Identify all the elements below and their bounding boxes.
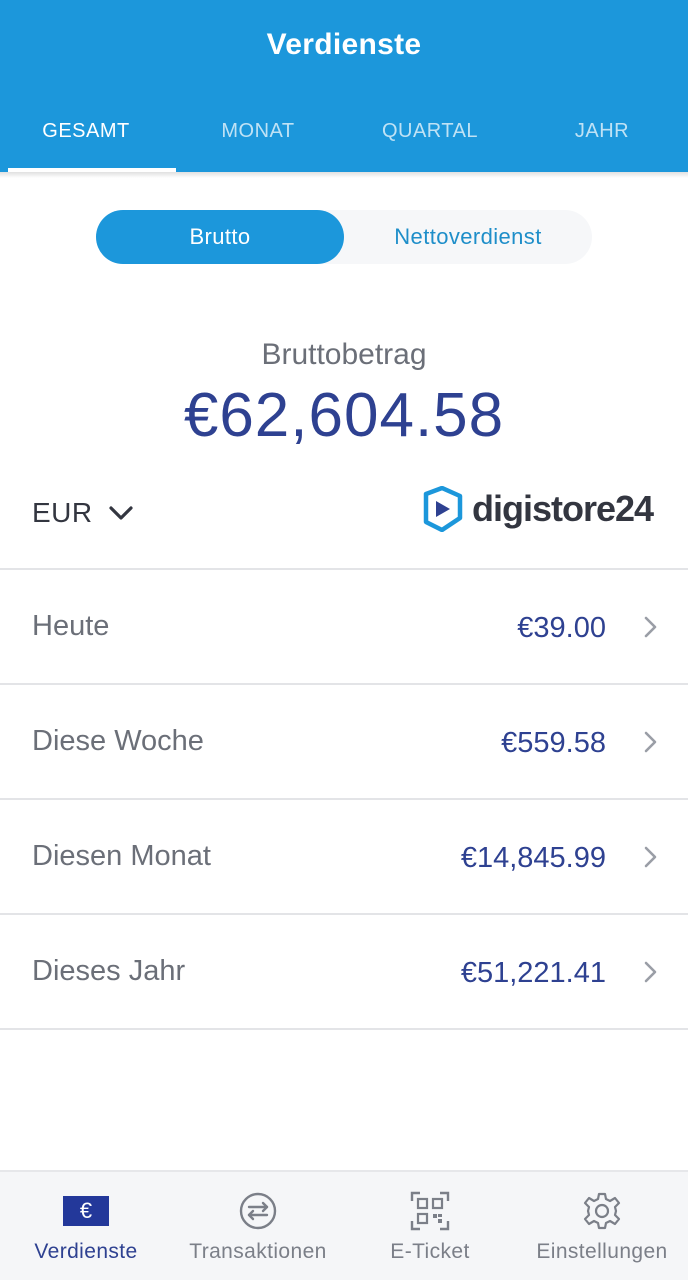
currency-selector[interactable]: EUR [32,492,135,534]
nav-einstellungen[interactable]: Einstellungen [516,1172,688,1280]
euro-icon: € [63,1190,109,1232]
nav-transaktionen[interactable]: Transaktionen [172,1172,344,1280]
nav-label: Einstellungen [536,1240,668,1263]
qr-code-icon-svg [410,1191,450,1231]
brutto-button[interactable]: Brutto [96,210,344,264]
header-shadow [0,172,688,178]
tab-gesamt[interactable]: GESAMT [0,106,176,172]
list-item-value: €14,845.99 [460,842,606,874]
tab-label: JAHR [574,120,630,142]
tab-label: GESAMT [42,120,130,142]
chevron-right-icon [644,846,657,868]
currency-label: EUR [32,497,93,528]
divider [0,1028,688,1030]
tab-label: QUARTAL [381,120,479,142]
digistore24-logo: digistore24 [420,486,654,532]
chevron-right-icon [644,961,657,983]
list-item-dieses-jahr[interactable]: Dieses Jahr €51,221.41 [0,915,688,1028]
total-amount: €62,604.58 [183,381,505,450]
nav-label: Transaktionen [189,1240,327,1263]
nav-verdienste[interactable]: € Verdienste [0,1172,172,1280]
nav-e-ticket[interactable]: E-Ticket [344,1172,516,1280]
gear-icon [579,1190,625,1232]
euro-symbol: € [63,1196,109,1226]
transfer-icon [235,1190,281,1232]
nav-label: Verdienste [34,1240,138,1263]
chevron-right-icon [644,731,657,753]
amount-label: Bruttobetrag [261,338,427,371]
list-item-diesen-monat[interactable]: Diesen Monat €14,845.99 [0,800,688,913]
brand-name: digistore24 [472,488,654,529]
period-list: Heute €39.00 Diese Woche €559.58 Diesen … [0,568,688,1030]
list-item-diese-woche[interactable]: Diese Woche €559.58 [0,685,688,798]
tab-label: MONAT [221,120,295,142]
list-item-value: €51,221.41 [460,957,606,989]
list-item-value: €39.00 [517,612,606,644]
app-header: Verdienste GESAMT MONAT QUARTAL JAHR [0,0,688,172]
list-item-label: Diese Woche [32,725,204,757]
page-title: Verdienste [266,28,422,61]
list-item-heute[interactable]: Heute €39.00 [0,570,688,683]
nav-label: E-Ticket [390,1240,470,1263]
tab-monat[interactable]: MONAT [172,106,344,172]
chevron-right-icon [644,616,657,638]
list-item-label: Dieses Jahr [32,955,186,987]
tab-quartal[interactable]: QUARTAL [344,106,516,172]
tab-jahr[interactable]: JAHR [516,106,688,172]
transfer-icon-svg [239,1192,277,1230]
list-item-value: €559.58 [501,727,606,759]
digistore-logo-icon [423,486,463,532]
list-item-label: Diesen Monat [32,840,211,872]
gross-net-toggle: Brutto Nettoverdienst [96,210,592,264]
qr-code-icon [407,1190,453,1232]
bottom-nav: € Verdienste Transaktionen E-Ticket Eins… [0,1170,688,1280]
chevron-down-icon [109,506,133,520]
list-item-label: Heute [32,610,110,642]
nettoverdienst-button[interactable]: Nettoverdienst [344,210,592,264]
gear-icon-svg [583,1192,621,1230]
period-tabs: GESAMT MONAT QUARTAL JAHR [0,106,688,172]
